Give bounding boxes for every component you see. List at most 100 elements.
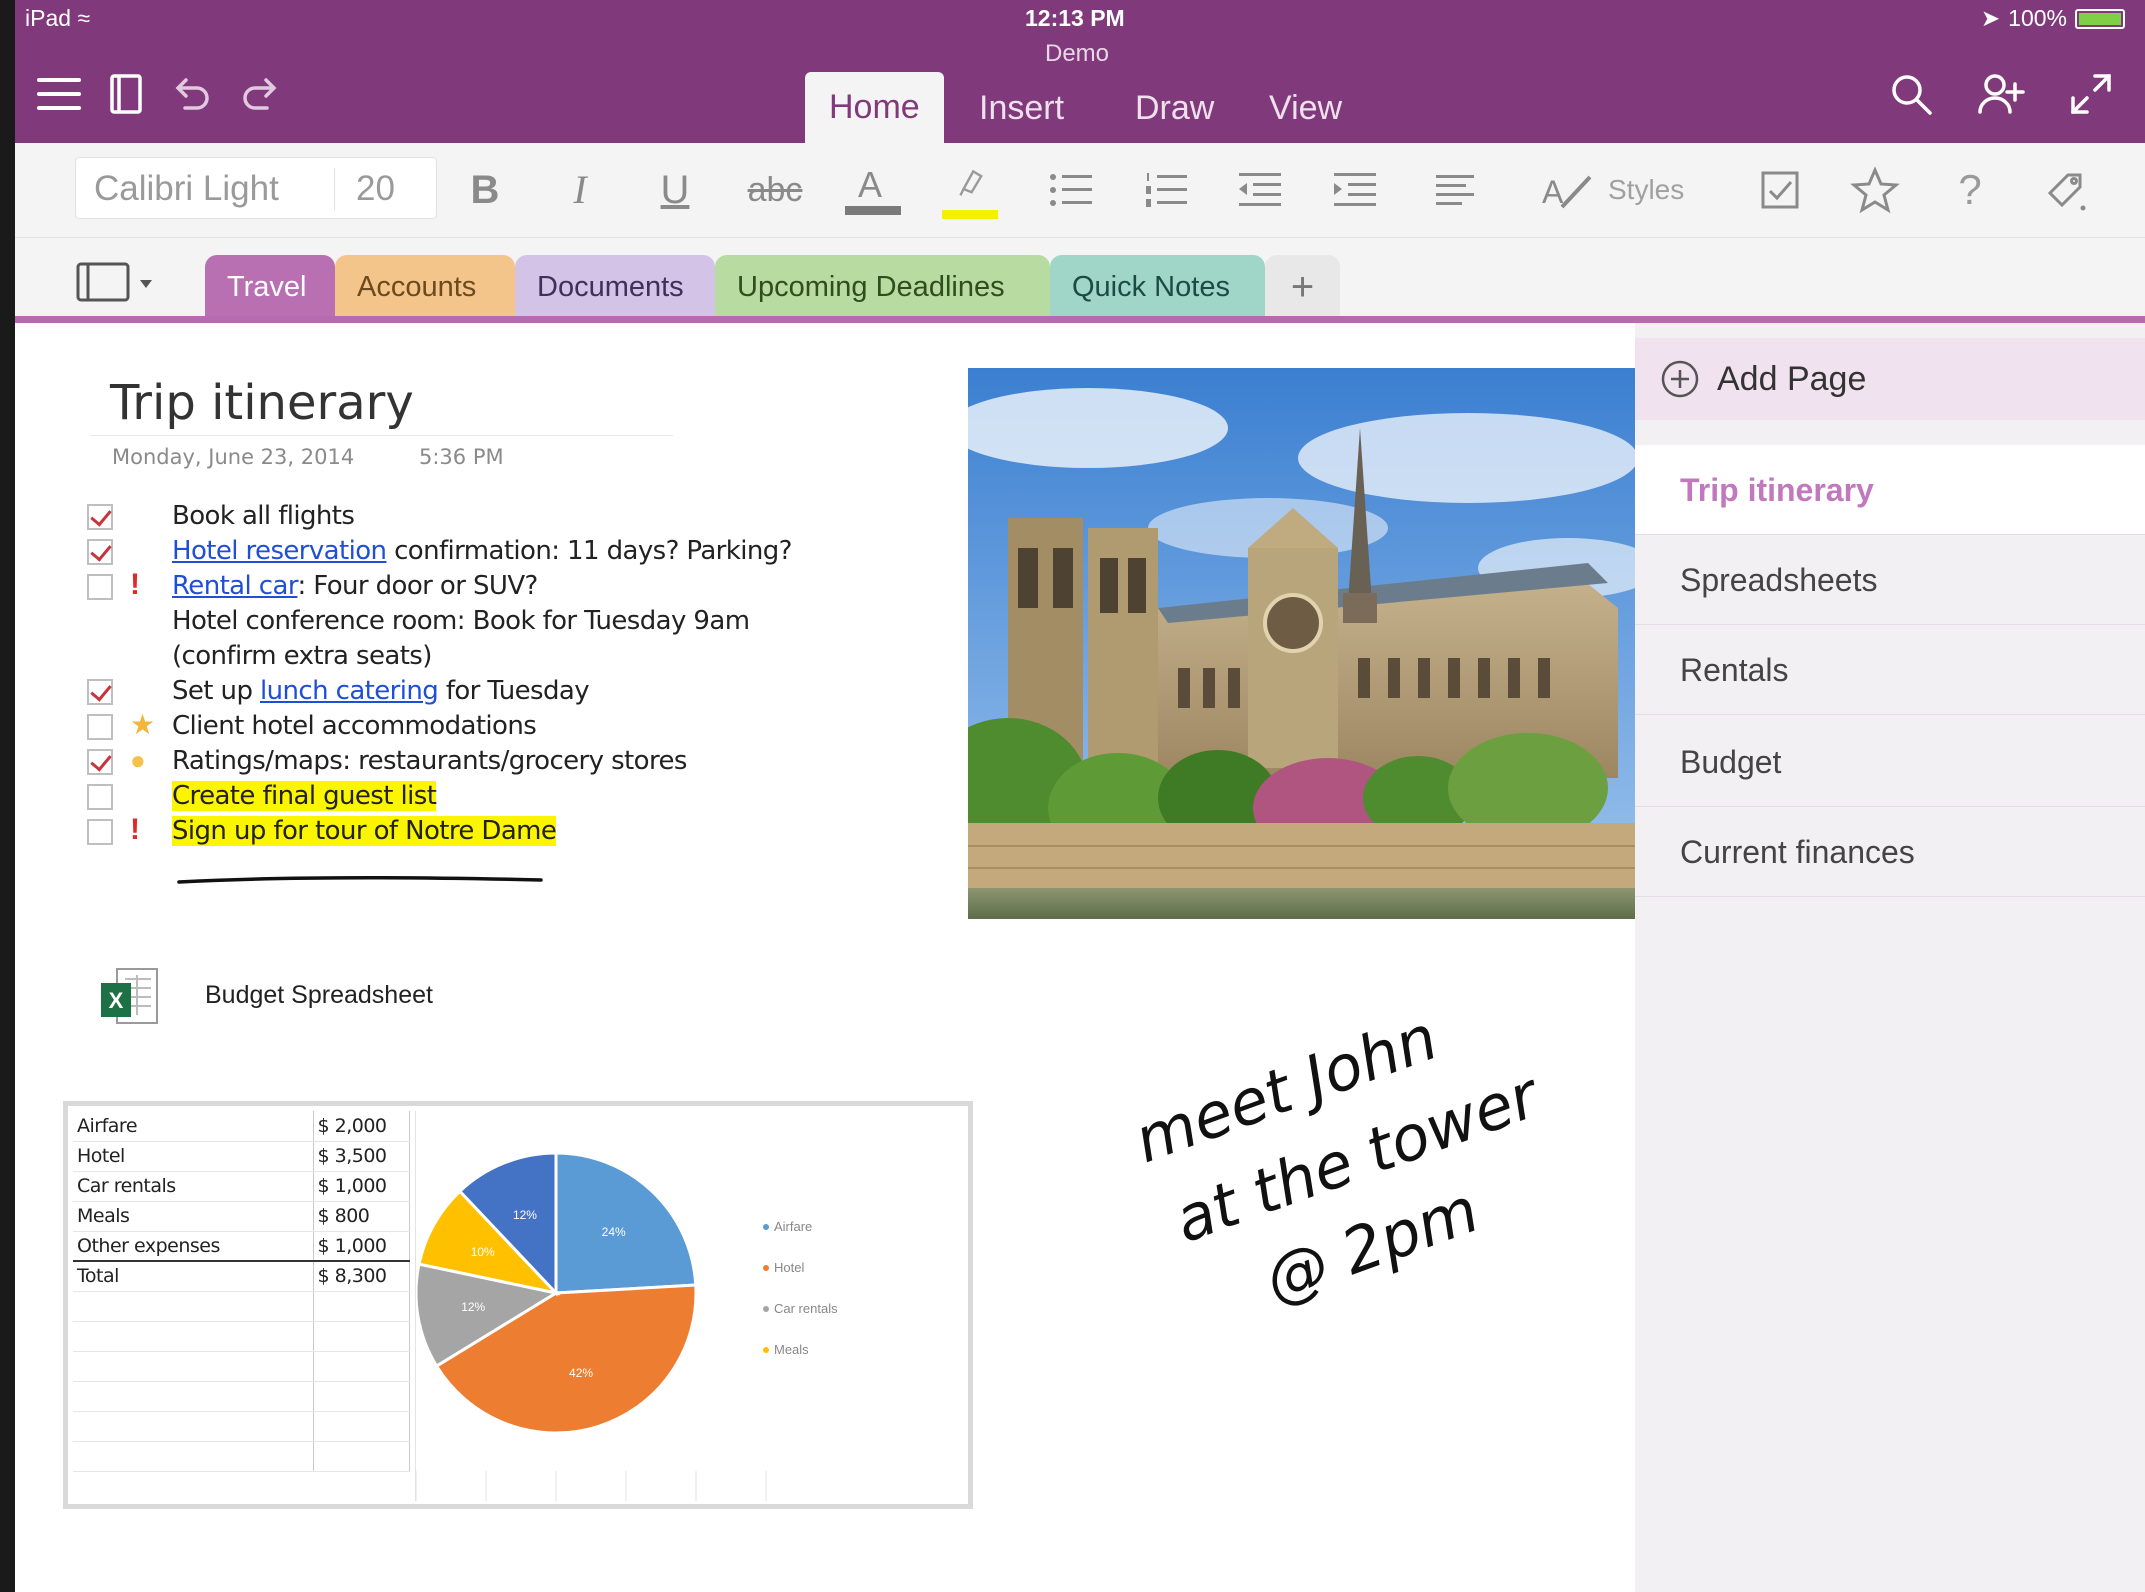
font-picker[interactable]: Calibri Light 20	[75, 157, 437, 219]
page-item-spreadsheets[interactable]: Spreadsheets	[1635, 535, 2145, 625]
pie-data-label: 10%	[471, 1245, 495, 1259]
question-tag-button[interactable]: ?	[1945, 165, 1995, 215]
page-canvas[interactable]: Trip itinerary Monday, June 23, 2014 5:3…	[15, 323, 1635, 1592]
todo-text[interactable]: Rental car: Four door or SUV?	[172, 568, 538, 604]
page-item-current-finances[interactable]: Current finances	[1635, 807, 2145, 897]
font-name[interactable]: Calibri Light	[94, 158, 279, 220]
todo-item[interactable]: Set up lunch catering for Tuesday	[75, 673, 775, 709]
todo-item[interactable]: Create final guest list	[75, 778, 775, 814]
bold-button[interactable]: B	[460, 165, 510, 215]
todo-text[interactable]: Ratings/maps: restaurants/grocery stores	[172, 743, 687, 779]
page-item-budget[interactable]: Budget	[1635, 717, 2145, 807]
todo-item[interactable]: ! Rental car: Four door or SUV?	[75, 568, 775, 604]
todo-item[interactable]: Hotel reservation confirmation: 11 days?…	[75, 533, 792, 569]
italic-button[interactable]: I	[555, 165, 605, 215]
hamburger-menu-icon[interactable]	[33, 68, 85, 120]
expense-value: $ 8,300	[313, 1261, 410, 1292]
add-page-button[interactable]: Add Page	[1635, 338, 2145, 420]
section-tab-upcoming-deadlines[interactable]: Upcoming Deadlines	[715, 255, 1050, 317]
page-item-trip-itinerary[interactable]: Trip itinerary	[1635, 445, 2145, 535]
todo-text[interactable]: (confirm extra seats)	[172, 638, 432, 674]
todo-checkbox[interactable]	[87, 714, 113, 740]
handwritten-note[interactable]: meet John at the tower @ 2pm	[1135, 1003, 1655, 1383]
tab-draw[interactable]: Draw	[1111, 86, 1238, 143]
fullscreen-icon[interactable]	[2065, 68, 2117, 120]
strikethrough-button[interactable]: abc	[740, 165, 810, 215]
page-item-rentals[interactable]: Rentals	[1635, 625, 2145, 715]
page-title[interactable]: Trip itinerary	[110, 375, 414, 431]
search-icon[interactable]	[1885, 68, 1937, 120]
hyperlink[interactable]: Hotel reservation	[172, 536, 387, 566]
todo-item[interactable]: ● Ratings/maps: restaurants/grocery store…	[75, 743, 775, 779]
attachment-name[interactable]: Budget Spreadsheet	[205, 981, 433, 1010]
todo-text[interactable]: Hotel reservation confirmation: 11 days?…	[172, 533, 792, 569]
bullets-button[interactable]	[1045, 165, 1095, 215]
section-tab-quick-notes[interactable]: Quick Notes	[1050, 255, 1265, 317]
tab-insert[interactable]: Insert	[955, 86, 1088, 143]
redo-icon[interactable]	[235, 68, 287, 120]
todo-checkbox[interactable]	[87, 574, 113, 600]
more-tags-button[interactable]	[2040, 165, 2090, 215]
section-tab-accounts[interactable]: Accounts	[335, 255, 515, 317]
notebook-switcher[interactable]	[60, 256, 165, 310]
todo-text[interactable]: Set up lunch catering for Tuesday	[172, 673, 590, 709]
increase-indent-button[interactable]	[1330, 165, 1380, 215]
todo-checkbox[interactable]	[87, 679, 113, 705]
notebooks-icon[interactable]	[100, 68, 152, 120]
todo-checkbox[interactable]	[87, 819, 113, 845]
todo-checkbox[interactable]	[87, 784, 113, 810]
todo-text-run: Book all flights	[172, 501, 355, 531]
legend-label: Hotel	[774, 1260, 804, 1275]
expense-label: Car rentals	[73, 1171, 314, 1202]
section-tab-travel[interactable]: Travel	[205, 255, 335, 317]
hyperlink[interactable]: Rental car	[172, 571, 298, 601]
font-size[interactable]: 20	[356, 158, 395, 220]
font-color-button[interactable]: A	[845, 165, 901, 215]
legend-marker	[763, 1347, 769, 1353]
pie-slice-airfare	[554, 1151, 698, 1295]
numbering-button[interactable]	[1140, 165, 1190, 215]
section-tab-documents[interactable]: Documents	[515, 255, 715, 317]
expense-value	[313, 1411, 410, 1442]
highlight-button[interactable]	[940, 165, 1000, 219]
table-row	[73, 1381, 410, 1412]
todo-checkbox[interactable]	[87, 539, 113, 565]
todo-item[interactable]: (confirm extra seats)	[75, 638, 775, 674]
decrease-indent-button[interactable]	[1235, 165, 1285, 215]
todo-text-run: : Four door or SUV?	[297, 571, 538, 601]
todo-text[interactable]: Create final guest list	[172, 778, 437, 814]
tab-view[interactable]: View	[1245, 86, 1366, 143]
embedded-spreadsheet[interactable]: Airfare $ 2,000 Hotel $ 3,500 Car rentals $ 1…	[63, 1101, 973, 1509]
expense-label	[73, 1381, 314, 1412]
todo-checkbox[interactable]	[87, 504, 113, 530]
add-section-button[interactable]: +	[1265, 255, 1340, 317]
todo-item[interactable]: Book all flights	[75, 498, 775, 534]
excel-file-icon[interactable]: X	[95, 963, 163, 1031]
important-tag-button[interactable]	[1850, 165, 1900, 215]
todo-text[interactable]: Book all flights	[172, 498, 355, 534]
styles-button[interactable]: A Styles	[1540, 165, 1684, 215]
star-tag-icon: ★	[130, 709, 156, 740]
todo-text[interactable]: Sign up for tour of Notre Dame	[172, 813, 557, 849]
todo-item[interactable]: ★ Client hotel accommodations	[75, 708, 775, 744]
todo-item[interactable]: Hotel conference room: Book for Tuesday …	[75, 603, 775, 639]
todo-text[interactable]: Hotel conference room: Book for Tuesday …	[172, 603, 750, 639]
todo-item[interactable]: ! Sign up for tour of Notre Dame	[75, 813, 775, 849]
hyperlink[interactable]: lunch catering	[260, 676, 439, 706]
table-row: Hotel $ 3,500	[73, 1141, 410, 1172]
undo-icon[interactable]	[165, 68, 217, 120]
align-button[interactable]	[1430, 165, 1480, 215]
location-icon: ➤	[1980, 5, 2001, 31]
todo-tag-button[interactable]	[1755, 165, 1805, 215]
expense-value: $ 2,000	[313, 1111, 410, 1142]
legend-label: Car rentals	[774, 1301, 838, 1316]
underline-button[interactable]: U	[650, 165, 700, 215]
notre-dame-photo[interactable]	[968, 368, 1635, 919]
todo-text[interactable]: Client hotel accommodations	[172, 708, 537, 744]
tab-home[interactable]: Home	[805, 72, 944, 143]
expense-label: Meals	[73, 1201, 314, 1232]
share-icon[interactable]	[1975, 68, 2027, 120]
table-row: Car rentals $ 1,000	[73, 1171, 410, 1202]
table-row	[73, 1441, 410, 1472]
todo-checkbox[interactable]	[87, 749, 113, 775]
